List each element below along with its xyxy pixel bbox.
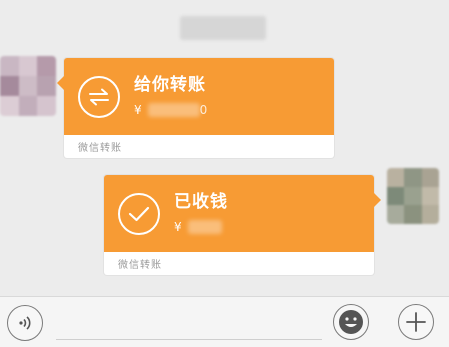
received-amount: ¥ xyxy=(174,217,228,237)
transfer-card-footer: 微信转账 xyxy=(78,143,122,154)
emoji-icon xyxy=(339,310,363,334)
received-card-footer: 微信转账 xyxy=(118,260,162,271)
checkmark-icon xyxy=(118,192,160,235)
transfer-arrows-icon xyxy=(78,75,120,118)
more-button[interactable] xyxy=(398,304,434,340)
currency-symbol: ¥ xyxy=(174,219,182,234)
currency-symbol: ¥ xyxy=(134,102,142,117)
amount-redacted xyxy=(187,219,222,234)
transfer-amount: ¥ 0 xyxy=(134,100,207,120)
timestamp-chip xyxy=(180,16,266,40)
amount-redacted xyxy=(147,102,200,117)
self-avatar[interactable] xyxy=(387,168,439,224)
transfer-title: 给你转账 xyxy=(134,74,206,95)
contact-avatar[interactable] xyxy=(0,56,56,116)
message-input[interactable] xyxy=(56,339,322,340)
voice-icon xyxy=(19,316,31,330)
voice-button[interactable] xyxy=(7,305,43,341)
transfer-card-header: 给你转账 ¥ 0 xyxy=(57,58,334,135)
amount-visible-digit: 0 xyxy=(199,102,208,117)
emoji-button[interactable] xyxy=(333,304,369,340)
received-card-header: 已收钱 ¥ xyxy=(104,175,381,252)
received-title: 已收钱 xyxy=(174,191,228,212)
plus-icon xyxy=(406,312,426,332)
received-message-card[interactable]: 已收钱 ¥ 微信转账 xyxy=(104,175,381,275)
transfer-message-card[interactable]: 给你转账 ¥ 0 微信转账 xyxy=(57,58,334,158)
